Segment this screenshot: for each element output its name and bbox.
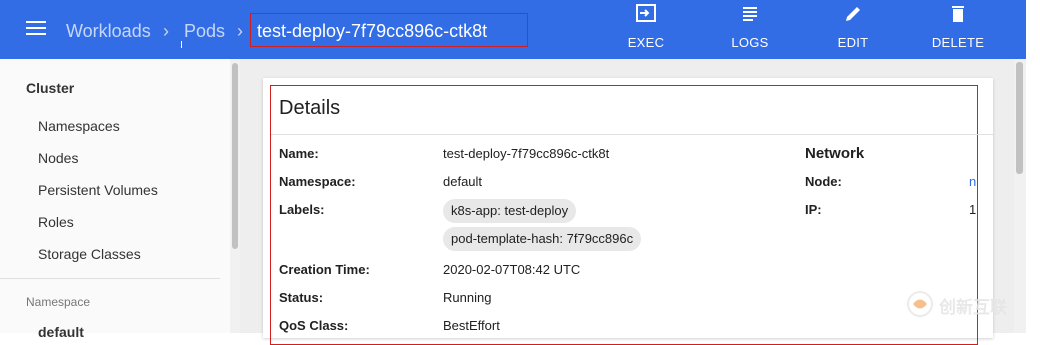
chevron-right-icon: › <box>237 21 243 41</box>
namespace-label: Namespace <box>26 295 91 309</box>
menu-icon[interactable] <box>26 21 46 37</box>
edit-label: EDIT <box>837 35 869 50</box>
pod-name-title: test-deploy-7f79cc896c-ctk8t <box>257 21 488 41</box>
breadcrumb-pods[interactable]: Pods <box>184 20 225 42</box>
sidebar-item-persistent-volumes[interactable]: Persistent Volumes <box>38 182 158 198</box>
qos-class-value: BestEffort <box>443 318 500 333</box>
top-bar: Workloads › Pods › test-deploy-7f79cc896… <box>0 0 1026 59</box>
breadcrumb-workloads[interactable]: Workloads <box>66 20 151 42</box>
edit-button[interactable]: EDIT <box>823 0 883 59</box>
breadcrumb-current: test-deploy-7f79cc896c-ctk8t <box>250 13 528 47</box>
ip-value: 1 <box>969 202 977 217</box>
sidebar-item-nodes[interactable]: Nodes <box>38 150 78 166</box>
logs-icon <box>743 7 757 21</box>
details-highlight <box>270 85 978 345</box>
logs-button[interactable]: LOGS <box>720 0 780 59</box>
status-key: Status: <box>279 290 324 305</box>
watermark: 创新互联 <box>905 289 1035 319</box>
edit-icon <box>846 7 860 21</box>
sidebar-divider <box>0 278 220 279</box>
delete-button[interactable]: DELETE <box>926 0 990 59</box>
label-chip[interactable]: pod-template-hash: 7f79cc896c <box>443 227 642 251</box>
ip-key: IP: <box>805 202 822 217</box>
details-divider <box>271 134 993 135</box>
exec-label: EXEC <box>627 35 665 50</box>
sidebar-item-namespaces[interactable]: Namespaces <box>38 118 120 134</box>
namespace-key: Namespace: <box>279 174 356 189</box>
sidebar-section-cluster: Cluster <box>26 80 75 96</box>
watermark-logo-icon <box>907 291 933 317</box>
details-title: Details <box>279 97 341 119</box>
sidebar-scrollbar-thumb[interactable] <box>232 63 238 249</box>
logs-label: LOGS <box>731 35 769 50</box>
creation-time-value: 2020-02-07T08:42 UTC <box>443 262 581 277</box>
network-title: Network <box>805 145 865 162</box>
main-scrollbar-thumb[interactable] <box>1016 62 1023 174</box>
namespace-value: default <box>443 174 483 189</box>
namespace-select[interactable]: default <box>38 324 84 340</box>
exec-icon <box>636 4 656 22</box>
label-chip[interactable]: k8s-app: test-deploy <box>443 199 577 223</box>
status-value: Running <box>443 290 492 305</box>
node-link[interactable]: n <box>969 174 976 189</box>
qos-class-key: QoS Class: <box>279 318 349 333</box>
window-edge <box>1026 0 1040 59</box>
delete-icon <box>952 6 964 22</box>
exec-button[interactable]: EXEC <box>616 0 676 59</box>
labels-key: Labels: <box>279 202 325 217</box>
sidebar-item-roles[interactable]: Roles <box>38 214 74 230</box>
watermark-text: 创新互联 <box>939 298 1007 317</box>
delete-label: DELETE <box>931 35 985 50</box>
name-key: Name: <box>279 146 319 161</box>
sidebar-item-storage-classes[interactable]: Storage Classes <box>38 246 141 262</box>
creation-time-key: Creation Time: <box>279 262 370 277</box>
cursor-marker <box>181 41 182 48</box>
name-value: test-deploy-7f79cc896c-ctk8t <box>443 146 610 161</box>
node-key: Node: <box>805 174 842 189</box>
chevron-right-icon: › <box>163 21 169 41</box>
